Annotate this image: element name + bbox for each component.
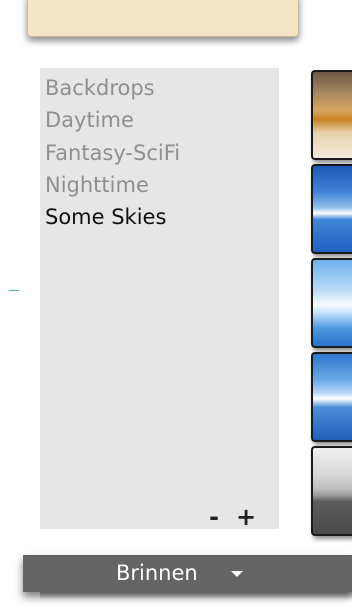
add-category-button[interactable]: + — [236, 505, 256, 529]
category-item-fantasy-scifi[interactable]: Fantasy-SciFi — [45, 141, 180, 165]
dropdown-label: Brinnen — [116, 561, 198, 585]
category-list: Backdrops Daytime Fantasy-SciFi Nighttim… — [40, 68, 279, 529]
bottom-shadow — [40, 592, 352, 600]
sky-thumbnail-gray[interactable] — [311, 446, 352, 536]
category-item-some-skies[interactable]: Some Skies — [45, 205, 166, 229]
remove-category-button[interactable]: - — [209, 505, 219, 529]
top-panel — [27, 0, 299, 37]
sky-thumbnail-sunset[interactable] — [311, 70, 352, 160]
sky-browser-panel: Backdrops Daytime Fantasy-SciFi Nighttim… — [0, 0, 352, 611]
category-item-backdrops[interactable]: Backdrops — [45, 76, 155, 100]
tick-mark — [9, 290, 19, 291]
sky-thumbnail-blue[interactable] — [311, 164, 352, 254]
sky-thumbnail-clear[interactable] — [311, 352, 352, 442]
sky-thumbnail-bright[interactable] — [311, 258, 352, 348]
category-item-nighttime[interactable]: Nighttime — [45, 173, 149, 197]
caret-down-icon — [231, 571, 243, 577]
brinnen-dropdown[interactable]: Brinnen — [23, 555, 352, 592]
category-item-daytime[interactable]: Daytime — [45, 108, 134, 132]
